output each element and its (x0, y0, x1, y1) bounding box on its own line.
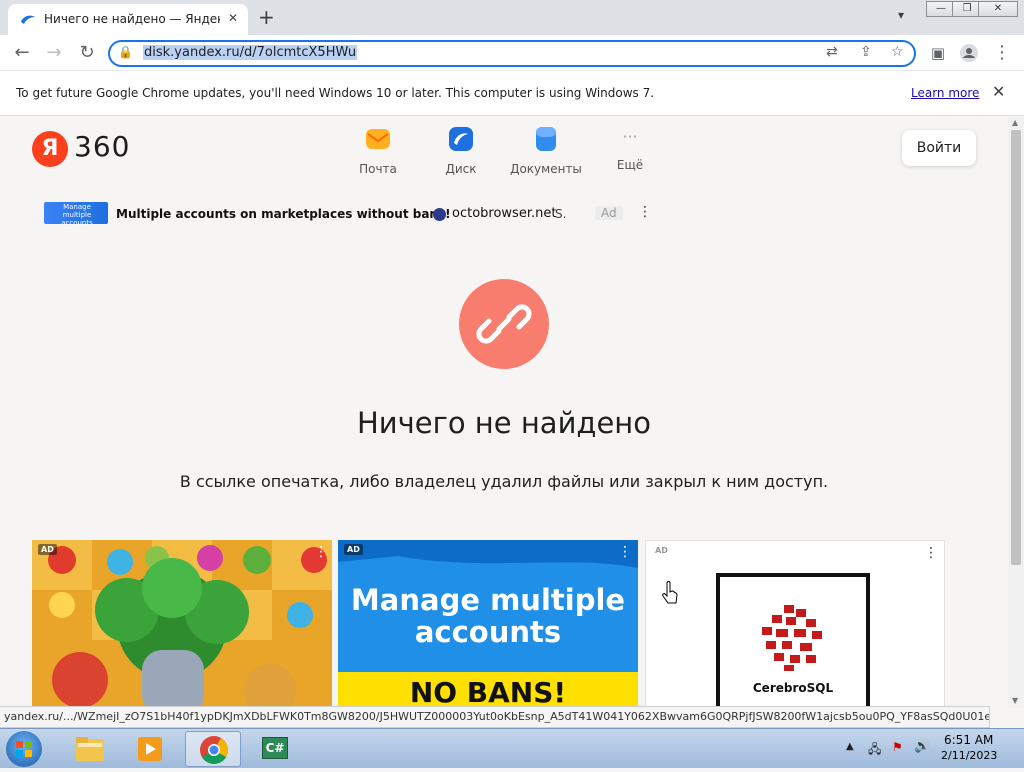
ad-thumbnail-text: Manage multiple accounts (61, 203, 93, 227)
ad-options-icon[interactable]: ⋮ (924, 545, 938, 561)
ad-label: AD (344, 544, 363, 555)
ad-title[interactable]: Multiple accounts on marketplaces withou… (116, 207, 451, 221)
network-icon[interactable]: 🖧 (868, 740, 881, 761)
disk-icon (449, 127, 473, 151)
more-icon: ··· (622, 127, 638, 146)
tab-search-icon[interactable]: ▾ (898, 8, 904, 22)
reload-icon[interactable]: ↻ (75, 41, 99, 65)
clock-time[interactable]: 6:51 AM (944, 733, 993, 747)
learn-more-link[interactable]: Learn more (911, 86, 979, 100)
bookmark-star-icon[interactable]: ☆ (891, 44, 904, 60)
profile-icon[interactable] (957, 41, 981, 65)
tab-close-icon[interactable]: ✕ (228, 11, 238, 25)
windows-logo-icon (16, 741, 32, 757)
octo-ad-headline: Manage multiple accounts (338, 584, 638, 648)
service-label: Документы (510, 162, 582, 176)
volume-icon[interactable]: 🔊 (914, 739, 930, 754)
folder-icon (76, 737, 104, 761)
mail-icon (366, 129, 390, 149)
yandex-disk-favicon (21, 15, 35, 24)
scrollbar-thumb[interactable] (1011, 130, 1021, 565)
lock-icon[interactable]: 🔒 (118, 45, 133, 59)
media-player-icon (138, 737, 162, 761)
new-tab-button[interactable]: + (258, 5, 275, 29)
documents-icon (536, 127, 556, 151)
page-content: Я 360 Почта Диск Документы ··· Ещё Войти… (0, 116, 1008, 708)
ad-options-icon[interactable]: ⋮ (638, 204, 652, 220)
ad-card-octo[interactable]: AD ⋮ Manage multiple accounts NO BANS! (338, 540, 638, 708)
octo-ad-line1: Manage multiple (350, 583, 626, 617)
ad-card-game[interactable]: AD ⋮ (32, 540, 332, 708)
service-label: Ещё (616, 158, 644, 172)
service-more[interactable]: ··· Ещё (590, 126, 670, 172)
close-window-button[interactable]: ✕ (978, 1, 1018, 17)
back-icon[interactable]: ← (10, 41, 34, 65)
menu-kebab-icon[interactable]: ⋮ (990, 41, 1014, 65)
system-tray: ▲ 🖧 ⚑ 🔊 6:51 AM 2/11/2023 (840, 729, 1024, 769)
ad-card-cerebro[interactable]: AD ⋮ CerebroSQL (645, 540, 945, 708)
cerebro-logo-frame: CerebroSQL (716, 573, 870, 708)
forward-icon[interactable]: → (42, 41, 66, 65)
cerebro-logo-icon (762, 605, 822, 671)
windows-taskbar: C# ▲ 🖧 ⚑ 🔊 6:51 AM 2/11/2023 (0, 728, 1024, 768)
octo-ad-line2: accounts (414, 615, 562, 649)
octo-ad-nobans: NO BANS! (409, 676, 567, 708)
media-player-taskbar-button[interactable] (122, 731, 178, 767)
browser-tab[interactable]: Ничего не найдено — Яндекс.Д ✕ (8, 4, 248, 35)
ad-domain[interactable]: octobrowser.net (452, 206, 556, 221)
chrome-icon (200, 736, 228, 764)
service-label: Почта (359, 162, 397, 176)
cerebro-brand-name: CerebroSQL (752, 681, 834, 695)
ad-thumbnail[interactable]: Manage multiple accounts (44, 202, 108, 227)
hand-cursor-icon (662, 581, 678, 604)
logo-360-text[interactable]: 360 (74, 130, 130, 163)
share-icon[interactable]: ⇪ (860, 44, 872, 60)
clock-date[interactable]: 2/11/2023 (941, 749, 997, 762)
ad-options-icon[interactable]: ⋮ (314, 544, 328, 560)
scroll-up-icon[interactable]: ▲ (1012, 118, 1018, 127)
service-mail[interactable]: Почта (338, 126, 418, 176)
game-ad-image (32, 540, 332, 708)
address-bar[interactable]: 🔒 disk.yandex.ru/d/7olcmtcX5HWu ⇄ ⇪ ☆ (108, 40, 916, 67)
page-title: Ничего не найдено (356, 406, 652, 440)
yandex-logo[interactable]: Я (32, 131, 68, 167)
octo-logo-icon (433, 208, 446, 221)
side-panel-icon[interactable]: ▣ (926, 41, 950, 65)
tab-title: Ничего не найдено — Яндекс.Д (44, 12, 220, 26)
chrome-taskbar-button[interactable] (185, 731, 241, 767)
ad-badge: Ad (595, 206, 623, 220)
ad-label: AD (655, 546, 668, 555)
csharp-icon: C# (262, 737, 288, 759)
ad-label: AD (38, 544, 57, 555)
infobar-message: To get future Google Chrome updates, you… (16, 86, 655, 100)
service-label: Диск (445, 162, 477, 176)
tab-strip: Ничего не найдено — Яндекс.Д ✕ + ▾ — ❐ ✕ (0, 0, 1024, 35)
translate-icon[interactable]: ⇄ (826, 44, 838, 60)
service-disk[interactable]: Диск (421, 126, 501, 176)
explorer-taskbar-button[interactable] (62, 731, 118, 767)
ad-short-text: S. (555, 207, 567, 221)
show-hidden-icons-icon[interactable]: ▲ (846, 741, 854, 752)
broken-link-icon (459, 279, 549, 369)
scroll-down-icon[interactable]: ▼ (1012, 696, 1018, 705)
browser-toolbar: ← → ↻ 🔒 disk.yandex.ru/d/7olcmtcX5HWu ⇄ … (0, 35, 1024, 71)
top-ad-banner[interactable]: Manage multiple accounts Multiple accoun… (44, 202, 664, 228)
action-center-icon[interactable]: ⚑ (892, 740, 903, 754)
start-button[interactable] (6, 731, 42, 767)
login-button[interactable]: Войти (902, 130, 976, 166)
service-documents[interactable]: Документы (506, 126, 586, 176)
csharp-taskbar-button[interactable]: C# (246, 731, 302, 767)
ad-options-icon[interactable]: ⋮ (618, 544, 632, 560)
url-text[interactable]: disk.yandex.ru/d/7olcmtcX5HWu (143, 45, 358, 60)
page-scrollbar[interactable]: ▲ ▼ (1008, 116, 1024, 708)
infobar-close-icon[interactable]: ✕ (992, 82, 1005, 101)
status-bar-url: yandex.ru/.../WZmejI_zO7S1bH40f1ypDKJmXD… (0, 706, 990, 728)
update-infobar: To get future Google Chrome updates, you… (0, 71, 1024, 116)
page-description: В ссылке опечатка, либо владелец удалил … (179, 472, 829, 491)
